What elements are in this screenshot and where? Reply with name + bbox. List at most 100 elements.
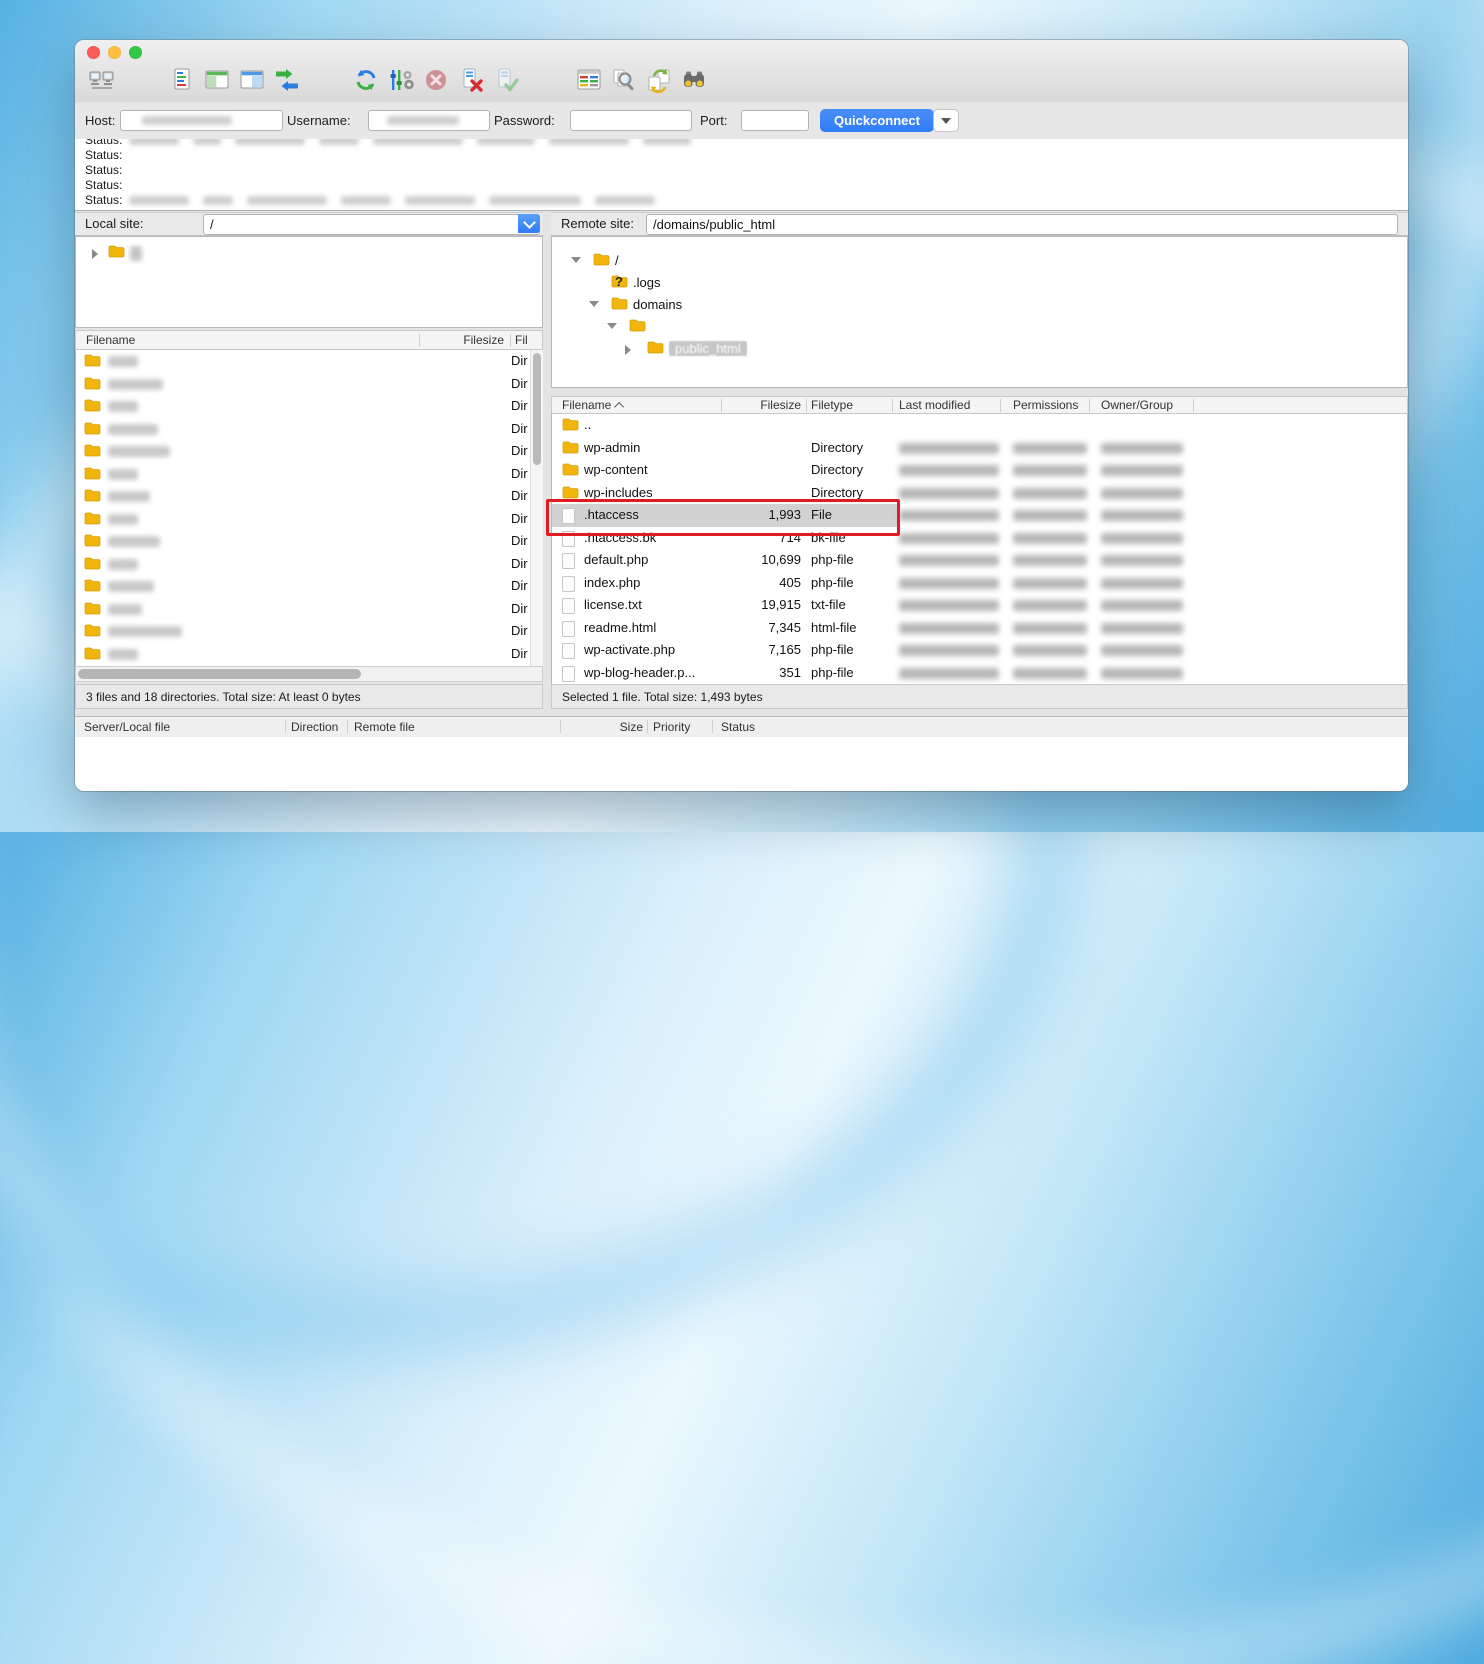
file-row-wp-activate-php[interactable]: wp-activate.php7,165php-file: [552, 639, 1407, 662]
tree-item-.logs[interactable]: ?.logs: [552, 273, 1407, 293]
column-header-server-local-file[interactable]: Server/Local file: [84, 720, 170, 734]
local-horizontal-scrollbar[interactable]: [75, 666, 543, 682]
file-row-wp-includes[interactable]: wp-includesDirectory: [552, 482, 1407, 505]
file-row[interactable]: Dir: [76, 485, 542, 508]
file-row-index-php[interactable]: index.php405php-file: [552, 572, 1407, 595]
toolbar-toggle-remote-tree-button[interactable]: [238, 66, 265, 93]
file-row[interactable]: Dir: [76, 598, 542, 621]
column-header-direction[interactable]: Direction: [291, 720, 338, 734]
expander-icon[interactable]: [607, 323, 617, 329]
column-divider[interactable]: [1193, 399, 1194, 412]
tree-item-label: /: [615, 253, 619, 268]
file-row[interactable]: Dir: [76, 463, 542, 486]
column-header-owner-group[interactable]: Owner/Group: [1101, 398, 1173, 412]
quickconnect-dropdown-button[interactable]: [933, 109, 959, 132]
column-divider[interactable]: [647, 720, 648, 733]
column-divider[interactable]: [419, 334, 420, 347]
file-row[interactable]: Dir: [76, 508, 542, 531]
expander-icon[interactable]: [571, 257, 581, 263]
toolbar-directory-comparison-button[interactable]: [575, 66, 602, 93]
file-row[interactable]: Dir: [76, 575, 542, 598]
folder-icon: [647, 341, 664, 359]
tree-item-domains[interactable]: domains: [552, 295, 1407, 315]
column-header-filesize[interactable]: Filesize: [727, 398, 801, 412]
combo-dropdown-button[interactable]: [518, 214, 540, 233]
toolbar-cancel-operation-button[interactable]: [422, 66, 449, 93]
toolbar-toggle-transfer-queue-button[interactable]: [273, 66, 300, 93]
column-divider[interactable]: [285, 720, 286, 733]
log-line-label: Status:: [85, 139, 122, 147]
window-controls: [87, 46, 142, 59]
toolbar-toggle-local-tree-button[interactable]: [203, 66, 230, 93]
file-row[interactable]: Dir: [76, 553, 542, 576]
column-divider[interactable]: [560, 720, 561, 733]
expander-icon[interactable]: [92, 249, 98, 259]
column-divider[interactable]: [510, 334, 511, 347]
tree-item-public_html[interactable]: public_html: [552, 339, 1407, 359]
column-header-filename[interactable]: Filename: [86, 333, 135, 347]
file-row[interactable]: Dir: [76, 530, 542, 553]
column-header-priority[interactable]: Priority: [653, 720, 690, 734]
column-header-filename[interactable]: Filename: [562, 398, 624, 412]
column-header-filetype[interactable]: Filetype: [811, 398, 853, 412]
column-divider[interactable]: [721, 399, 722, 412]
file-row-readme-html[interactable]: readme.html7,345html-file: [552, 617, 1407, 640]
column-header-filetype[interactable]: Fil: [515, 333, 528, 347]
expander-icon[interactable]: [625, 345, 631, 355]
toolbar-refresh-button[interactable]: [352, 66, 379, 93]
local-vertical-scrollbar[interactable]: [530, 350, 543, 666]
column-divider[interactable]: [1089, 399, 1090, 412]
column-header-permissions[interactable]: Permissions: [1013, 398, 1078, 412]
file-row[interactable]: Dir: [76, 643, 542, 666]
toolbar-toggle-message-log-button[interactable]: [168, 66, 195, 93]
zoom-window-button[interactable]: [129, 46, 142, 59]
filezilla-window: Host: Username: Password: Port: Quickcon…: [75, 40, 1408, 791]
toolbar-filter-settings-button[interactable]: [387, 66, 414, 93]
file-row--htaccess-bk[interactable]: .htaccess.bk714bk-file: [552, 527, 1407, 550]
column-divider[interactable]: [806, 399, 807, 412]
toolbar-synchronized-browsing-button[interactable]: [645, 66, 672, 93]
toolbar-site-manager-button[interactable]: [88, 66, 115, 93]
file-row[interactable]: Dir: [76, 620, 542, 643]
file-row[interactable]: Dir: [76, 350, 542, 373]
toolbar-disconnect-button[interactable]: [457, 66, 484, 93]
redacted-text: [1101, 623, 1183, 634]
file-row[interactable]: Dir: [76, 373, 542, 396]
file-row[interactable]: Dir: [76, 418, 542, 441]
toolbar-file-search-button[interactable]: [610, 66, 637, 93]
local-site-combo[interactable]: /: [203, 214, 540, 235]
file-row[interactable]: Dir: [76, 395, 542, 418]
minimize-window-button[interactable]: [108, 46, 121, 59]
column-header-last-modified[interactable]: Last modified: [899, 398, 970, 412]
column-header-filesize[interactable]: Filesize: [426, 333, 504, 347]
column-header-size[interactable]: Size: [575, 720, 643, 734]
column-divider[interactable]: [712, 720, 713, 733]
toolbar-reconnect-button[interactable]: [492, 66, 519, 93]
file-row--htaccess[interactable]: .htaccess1,993File: [552, 504, 1407, 527]
tree-item-redacted[interactable]: [552, 317, 1407, 337]
scrollbar-thumb[interactable]: [533, 353, 541, 465]
local-file-list: DirDirDirDirDirDirDirDirDirDirDirDirDirD…: [75, 350, 543, 666]
file-row-default-php[interactable]: default.php10,699php-file: [552, 549, 1407, 572]
file-row-license-txt[interactable]: license.txt19,915txt-file: [552, 594, 1407, 617]
port-input[interactable]: [741, 110, 809, 131]
file-row-wp-admin[interactable]: wp-adminDirectory: [552, 437, 1407, 460]
expander-icon[interactable]: [589, 301, 599, 307]
password-input[interactable]: [570, 110, 692, 131]
file-row--[interactable]: ..: [552, 414, 1407, 437]
scrollbar-thumb[interactable]: [78, 669, 361, 679]
quickconnect-button[interactable]: Quickconnect: [820, 109, 934, 132]
file-row-wp-content[interactable]: wp-contentDirectory: [552, 459, 1407, 482]
file-row-wp-blog-header-p-[interactable]: wp-blog-header.p...351php-file: [552, 662, 1407, 685]
column-divider[interactable]: [347, 720, 348, 733]
tree-item-/[interactable]: /: [552, 251, 1407, 271]
tree-item[interactable]: [76, 243, 542, 263]
remote-site-combo[interactable]: /domains/public_html: [646, 214, 1398, 235]
column-header-remote-file[interactable]: Remote file: [354, 720, 415, 734]
toolbar-find-files-button[interactable]: [680, 66, 707, 93]
file-row[interactable]: Dir: [76, 440, 542, 463]
close-window-button[interactable]: [87, 46, 100, 59]
column-divider[interactable]: [892, 399, 893, 412]
column-divider[interactable]: [1000, 399, 1001, 412]
column-header-status[interactable]: Status: [721, 720, 755, 734]
